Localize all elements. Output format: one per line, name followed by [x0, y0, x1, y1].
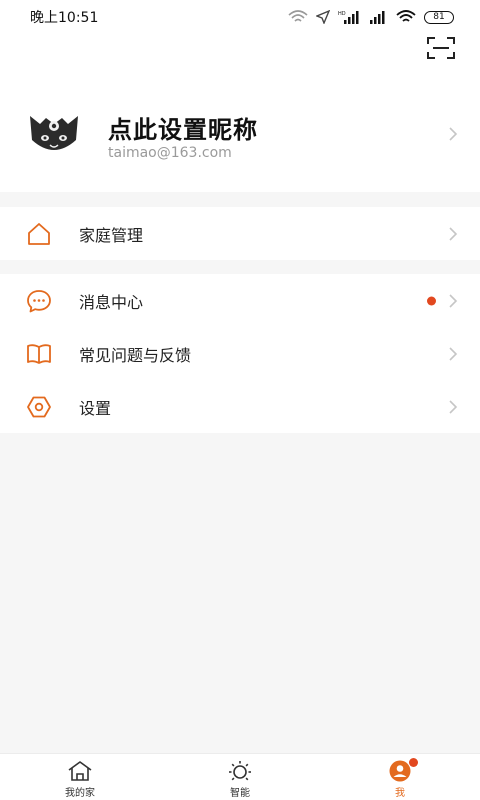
scan-icon[interactable] — [426, 36, 456, 60]
menu-item-faq[interactable]: 常见问题与反馈 — [0, 327, 480, 380]
menu-item-label: 家庭管理 — [79, 225, 144, 245]
menu-card: 消息中心 常见问题与反馈 设置 — [0, 274, 480, 433]
avatar[interactable] — [28, 114, 80, 156]
house-icon — [68, 761, 92, 781]
chat-bubble-icon — [27, 289, 51, 312]
menu-item-label: 设置 — [79, 398, 112, 418]
tab-label: 我 — [395, 788, 405, 799]
wifi-icon — [288, 10, 308, 22]
chevron-right-icon — [449, 293, 458, 308]
bottom-tab-bar: 我的家 智能 我 — [0, 753, 480, 800]
menu-item-family[interactable]: 家庭管理 — [0, 207, 480, 260]
signal-icon — [370, 11, 385, 24]
nickname[interactable]: 点此设置昵称 — [108, 110, 258, 145]
notification-dot — [409, 758, 418, 767]
status-bar: 晚上10:51 HD 81 — [0, 0, 480, 34]
menu-item-messages[interactable]: 消息中心 — [0, 274, 480, 327]
chevron-right-icon — [449, 346, 458, 361]
tab-me[interactable]: 我 — [320, 754, 480, 800]
wifi-strong-icon — [396, 10, 416, 22]
profile-header[interactable]: 点此设置昵称 taimao@163.com — [0, 34, 480, 192]
hexagon-settings-icon — [27, 396, 51, 417]
signal-hd-icon: HD — [338, 11, 359, 24]
unread-badge — [427, 296, 436, 305]
svg-text:HD: HD — [338, 11, 346, 17]
tab-smart[interactable]: 智能 — [160, 754, 320, 800]
family-card: 家庭管理 — [0, 207, 480, 260]
account-email: taimao@163.com — [108, 145, 232, 161]
status-time: 晚上10:51 — [30, 10, 99, 26]
tab-label: 我的家 — [65, 788, 95, 799]
menu-item-settings[interactable]: 设置 — [0, 380, 480, 433]
home-outline-icon — [28, 222, 50, 245]
menu-item-label: 常见问题与反馈 — [79, 345, 192, 365]
location-icon — [316, 10, 330, 24]
book-icon — [27, 343, 51, 364]
battery-indicator: 81 — [424, 10, 454, 24]
chevron-right-icon — [449, 399, 458, 414]
chevron-right-icon[interactable] — [448, 126, 458, 142]
menu-item-label: 消息中心 — [79, 292, 144, 312]
chevron-right-icon — [449, 226, 458, 241]
sun-icon — [229, 761, 251, 781]
tab-my-home[interactable]: 我的家 — [0, 754, 160, 800]
status-icons: HD 81 — [288, 10, 454, 24]
tab-label: 智能 — [230, 788, 250, 799]
